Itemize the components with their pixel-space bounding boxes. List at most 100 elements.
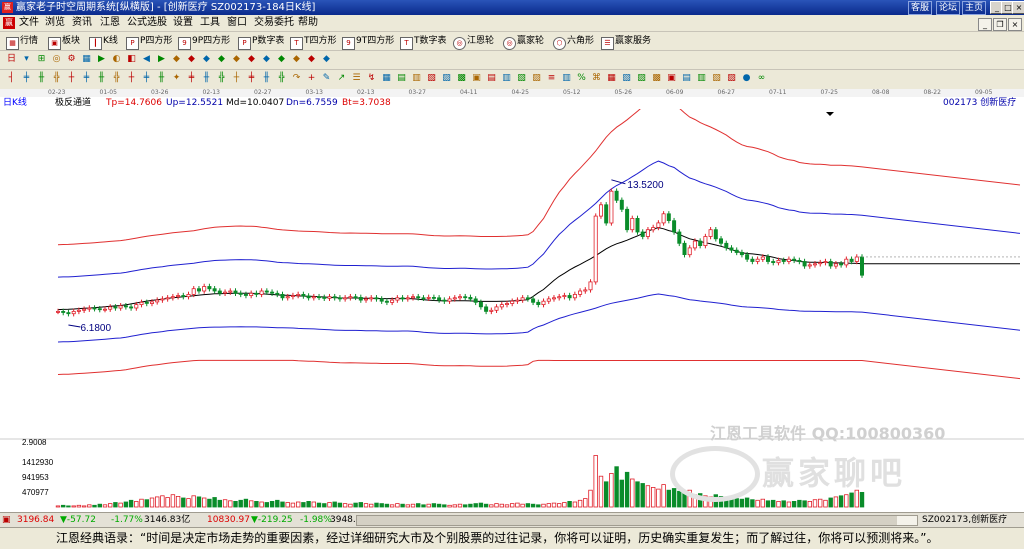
menu-news[interactable]: 资讯 [72, 15, 92, 31]
tb3-tool-4-icon[interactable]: ┼ [66, 73, 77, 84]
tb3-tool-15-icon[interactable]: ┼ [231, 73, 242, 84]
tb3-tool-20-icon[interactable]: + [306, 73, 317, 84]
tb3-tool-46-icon[interactable]: ▥ [696, 73, 707, 84]
tb3-tool-12-icon[interactable]: ╪ [186, 73, 197, 84]
menu-tools[interactable]: 工具 [200, 15, 220, 31]
horizontal-scrollbar[interactable] [356, 515, 918, 526]
tb3-tool-40-icon[interactable]: ▦ [606, 73, 617, 84]
tb3-tool-42-icon[interactable]: ▨ [636, 73, 647, 84]
tb3-tool-22-icon[interactable]: ↗ [336, 73, 347, 84]
tb3-tool-25-icon[interactable]: ▦ [381, 73, 392, 84]
tb3-tool-8-icon[interactable]: ┼ [126, 73, 137, 84]
tb3-tool-50-icon[interactable]: ∞ [756, 73, 767, 84]
tb2-tool-14-icon[interactable]: ◆ [216, 54, 227, 65]
tb2-tool-21-icon[interactable]: ◆ [321, 54, 332, 65]
tb2-tool-2-icon[interactable]: ⊞ [36, 54, 47, 65]
tb-quotes-button[interactable]: ▦ 行情 [6, 34, 38, 50]
tb2-tool-11-icon[interactable]: ◆ [171, 54, 182, 65]
mdi-restore-button[interactable]: ❐ [993, 18, 1007, 31]
tb2-tool-18-icon[interactable]: ◆ [276, 54, 287, 65]
tb2-tool-1-icon[interactable]: ▾ [21, 54, 32, 65]
tb3-tool-5-icon[interactable]: ╪ [81, 73, 92, 84]
tb3-tool-38-icon[interactable]: % [576, 73, 587, 84]
tb3-tool-3-icon[interactable]: ╬ [51, 73, 62, 84]
tb2-tool-5-icon[interactable]: ▦ [81, 54, 92, 65]
scrollbar-thumb[interactable] [357, 516, 897, 525]
tb-kline-button[interactable]: ┃ K线 [89, 34, 118, 50]
tb3-tool-2-icon[interactable]: ╫ [36, 73, 47, 84]
tb2-tool-12-icon[interactable]: ◆ [186, 54, 197, 65]
tb2-tool-10-icon[interactable]: ▶ [156, 54, 167, 65]
tb3-tool-41-icon[interactable]: ▧ [621, 73, 632, 84]
close-button[interactable]: × [1012, 1, 1024, 14]
menu-settings[interactable]: 设置 [173, 15, 193, 31]
menu-file[interactable]: 文件 [19, 15, 39, 31]
tb2-tool-9-icon[interactable]: ◀ [141, 54, 152, 65]
tb3-tool-0-icon[interactable]: ┤ [6, 73, 17, 84]
tb2-tool-7-icon[interactable]: ◐ [111, 54, 122, 65]
tb3-tool-14-icon[interactable]: ╬ [216, 73, 227, 84]
tb-hexagon-button[interactable]: ⬡ 六角形 [553, 34, 594, 50]
tb3-tool-9-icon[interactable]: ╪ [141, 73, 152, 84]
tb2-tool-19-icon[interactable]: ◆ [291, 54, 302, 65]
menu-trade[interactable]: 交易委托 [254, 15, 294, 31]
tb-sectors-button[interactable]: ▣ 板块 [48, 34, 80, 50]
tb-gann-wheel-button[interactable]: ◎ 江恩轮 [453, 34, 494, 50]
tb2-tool-3-icon[interactable]: ◎ [51, 54, 62, 65]
tb3-tool-47-icon[interactable]: ▧ [711, 73, 722, 84]
tb3-tool-34-icon[interactable]: ▧ [516, 73, 527, 84]
mdi-close-button[interactable]: × [1008, 18, 1022, 31]
menu-browse[interactable]: 浏览 [45, 15, 65, 31]
tb2-tool-15-icon[interactable]: ◆ [231, 54, 242, 65]
tb3-tool-36-icon[interactable]: ≡ [546, 73, 557, 84]
tb-p-table-button[interactable]: P P数字表 [238, 34, 284, 50]
tb3-tool-31-icon[interactable]: ▣ [471, 73, 482, 84]
menu-window[interactable]: 窗口 [227, 15, 247, 31]
menu-help[interactable]: 帮助 [298, 15, 318, 31]
tb3-tool-39-icon[interactable]: ⌘ [591, 73, 602, 84]
tb3-tool-24-icon[interactable]: ↯ [366, 73, 377, 84]
tb3-tool-49-icon[interactable]: ● [741, 73, 752, 84]
tb3-tool-33-icon[interactable]: ▥ [501, 73, 512, 84]
tb3-tool-37-icon[interactable]: ▥ [561, 73, 572, 84]
tb-9p-square-button[interactable]: 9 9P四方形 [178, 34, 230, 50]
tb2-tool-20-icon[interactable]: ◆ [306, 54, 317, 65]
tb2-tool-13-icon[interactable]: ◆ [201, 54, 212, 65]
tb3-tool-27-icon[interactable]: ▥ [411, 73, 422, 84]
tb3-tool-13-icon[interactable]: ╫ [201, 73, 212, 84]
tb3-tool-28-icon[interactable]: ▧ [426, 73, 437, 84]
tb3-tool-35-icon[interactable]: ▨ [531, 73, 542, 84]
tb3-tool-11-icon[interactable]: ✦ [171, 73, 182, 84]
tb-9t-square-button[interactable]: 9 9T四方形 [342, 34, 394, 50]
tb2-tool-17-icon[interactable]: ◆ [261, 54, 272, 65]
tb3-tool-10-icon[interactable]: ╫ [156, 73, 167, 84]
tb3-tool-7-icon[interactable]: ╬ [111, 73, 122, 84]
tb3-tool-44-icon[interactable]: ▣ [666, 73, 677, 84]
tb3-tool-19-icon[interactable]: ↷ [291, 73, 302, 84]
tb3-tool-17-icon[interactable]: ╫ [261, 73, 272, 84]
forum-link[interactable]: 论坛 [936, 1, 961, 15]
home-link[interactable]: 主页 [962, 1, 987, 15]
tb3-tool-32-icon[interactable]: ▤ [486, 73, 497, 84]
tb-t-table-button[interactable]: T T数字表 [400, 34, 447, 50]
tb2-tool-8-icon[interactable]: ◧ [126, 54, 137, 65]
tb3-tool-43-icon[interactable]: ▩ [651, 73, 662, 84]
tb3-tool-21-icon[interactable]: ✎ [321, 73, 332, 84]
menu-formula[interactable]: 公式选股 [127, 15, 167, 31]
tb3-tool-48-icon[interactable]: ▨ [726, 73, 737, 84]
tb-service-button[interactable]: ☰ 赢家服务 [601, 34, 651, 50]
service-link[interactable]: 客服 [908, 1, 933, 15]
tb3-tool-16-icon[interactable]: ╪ [246, 73, 257, 84]
tb2-tool-0-icon[interactable]: 日 [6, 54, 17, 65]
tb3-tool-26-icon[interactable]: ▤ [396, 73, 407, 84]
tb-t-square-button[interactable]: T T四方形 [290, 34, 337, 50]
menu-gann[interactable]: 江恩 [100, 15, 120, 31]
tb2-tool-6-icon[interactable]: ▶ [96, 54, 107, 65]
tb3-tool-29-icon[interactable]: ▨ [441, 73, 452, 84]
tb3-tool-1-icon[interactable]: ╪ [21, 73, 32, 84]
tb3-tool-30-icon[interactable]: ▩ [456, 73, 467, 84]
tb-p-square-button[interactable]: P P四方形 [126, 34, 172, 50]
tb2-tool-4-icon[interactable]: ⚙ [66, 54, 77, 65]
tb2-tool-16-icon[interactable]: ◆ [246, 54, 257, 65]
tb3-tool-6-icon[interactable]: ╫ [96, 73, 107, 84]
